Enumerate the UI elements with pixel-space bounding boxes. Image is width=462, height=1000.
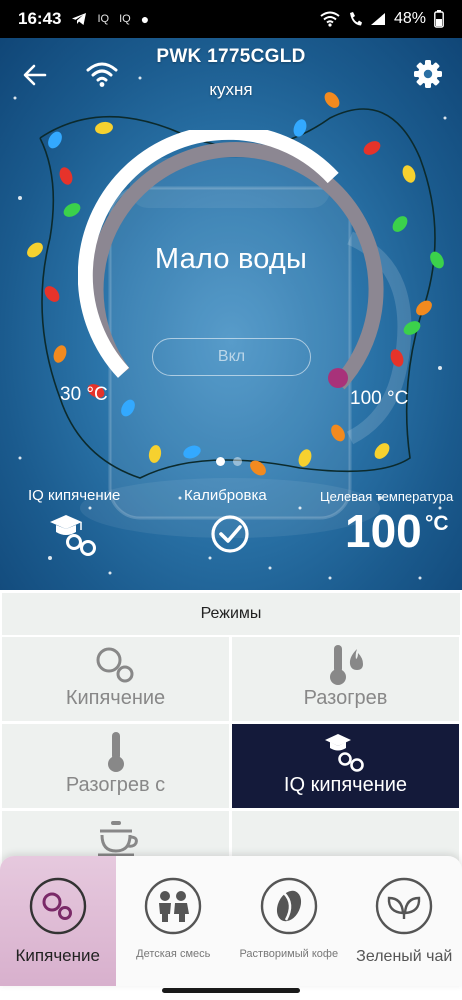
call-icon [349,12,362,26]
dock-item-boil[interactable]: Кипячение [0,856,116,986]
mode-heat[interactable]: Разогрев [232,637,459,721]
signal-icon [370,13,385,25]
bubbles-icon [29,877,86,935]
thermometer-flame-icon [329,645,363,685]
mode-label: Разогрев [303,687,388,709]
dock-item-baby-formula[interactable]: Детская смесь [116,856,232,986]
telegram-icon [72,13,87,25]
device-title: PWK 1775CGLD [156,46,306,67]
wifi-icon [320,11,340,27]
teapot-icon [97,821,138,857]
mode-label: Кипячение [65,687,166,709]
gear-icon[interactable] [412,58,444,90]
battery-icon [434,10,444,28]
dock-label: Кипячение [15,946,100,965]
dial-knob[interactable] [328,368,348,388]
iq-icon: IQ [97,13,110,25]
mode-iq-boil[interactable]: IQ кипячение [232,724,459,808]
max-temp-label: 100 °C [350,388,409,409]
thermometer-icon [107,732,124,772]
children-icon [145,877,202,935]
mode-label: IQ кипячение [283,774,408,796]
power-on-button[interactable]: Вкл [152,338,311,376]
page-dot-1[interactable] [216,457,225,466]
top-bar: PWK 1775CGLD кухня [0,38,462,108]
check-circle-icon[interactable] [210,514,250,554]
temperature-dial[interactable] [78,130,384,436]
status-time: 16:43 [18,9,62,28]
home-indicator[interactable] [162,988,300,993]
page-indicator [216,457,242,466]
water-status: Мало воды [154,243,308,275]
page-dot-2[interactable] [233,457,242,466]
status-bar: 16:43 IQ IQ ● 48% [0,0,462,38]
graduation-bubbles-icon [324,734,364,772]
target-temp-value[interactable]: 100 [345,508,422,554]
dock-label: Детская смесь [136,948,211,960]
hero-panel: PWK 1775CGLD кухня Мало воды Вкл 30 °C 1… [0,38,462,590]
dock-item-green-tea[interactable]: Зеленый чай [347,856,462,986]
bubbles-icon [96,647,133,683]
dot-icon: ● [140,11,150,27]
target-temp-unit: °C [425,512,449,535]
coffee-bean-icon [260,877,317,935]
modes-header: Режимы [2,593,460,635]
device-room: кухня [209,80,253,99]
graduation-bubbles-icon[interactable] [48,512,104,556]
dock-item-instant-coffee[interactable]: Растворимый кофе [231,856,347,986]
iq-boil-label: IQ кипячение [28,487,121,504]
min-temp-label: 30 °C [60,384,108,405]
dock-label: Зеленый чай [356,948,453,965]
mode-boil[interactable]: Кипячение [2,637,229,721]
dock-label: Растворимый кофе [239,948,339,960]
iq-icon: IQ [119,13,131,25]
battery-percent: 48% [393,10,426,27]
mode-heat-custom[interactable]: Разогрев с [2,724,229,808]
program-dock: Кипячение Детская смесь Растворимый кофе… [0,856,462,986]
calibration-label: Калибровка [184,487,267,504]
leaves-icon [376,877,433,935]
mode-label: Разогрев с [65,774,166,796]
target-temp-label: Целевая температура [320,489,454,504]
